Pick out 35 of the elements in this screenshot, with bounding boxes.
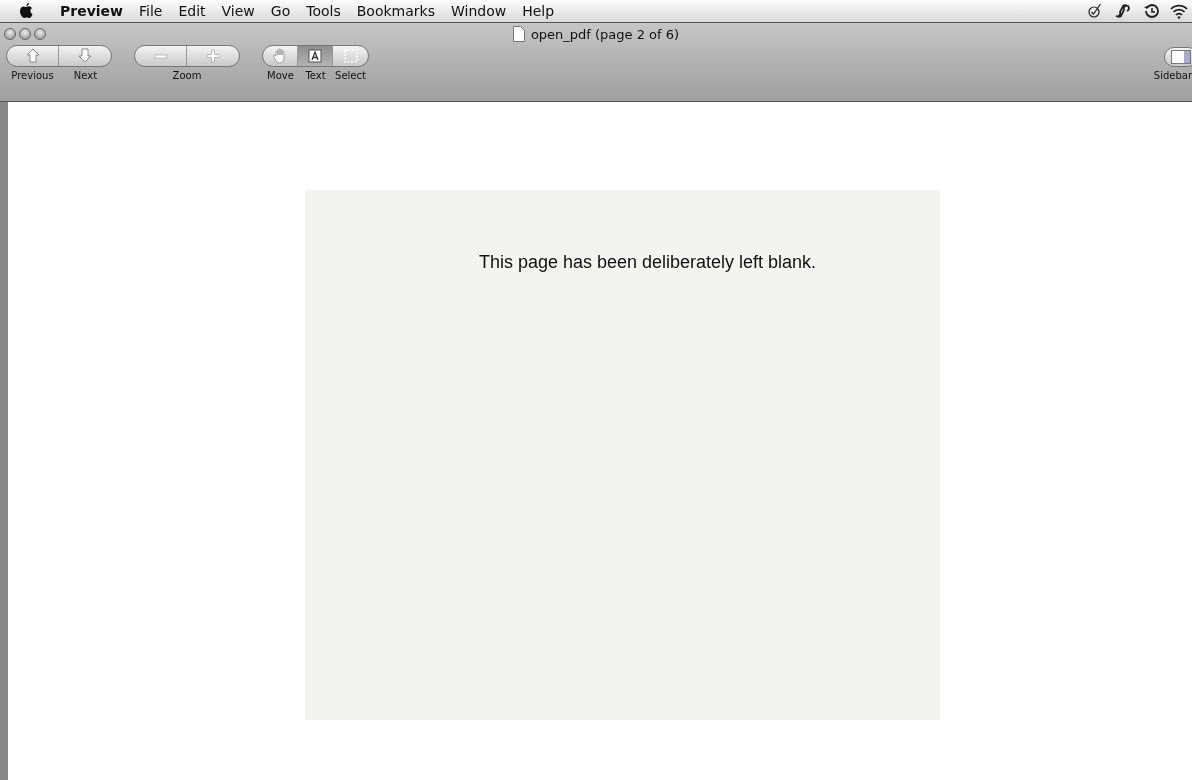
toolbar-caption: Move [266,70,295,81]
link-icon[interactable] [1114,2,1132,20]
menu-item[interactable]: Bookmarks [348,3,443,19]
text-cursor-icon [306,47,324,65]
menu-item[interactable]: Go [262,3,299,19]
sidebar-button[interactable] [1164,47,1192,67]
menu-item[interactable]: Tools [298,3,349,19]
apple-logo-icon[interactable] [18,2,34,20]
document-icon [512,26,525,42]
toolbar-caption: Text [304,70,327,81]
sidebar-icon [1171,50,1191,64]
selection-marquee-icon [341,47,360,65]
menu-app-name[interactable]: Preview [52,3,131,19]
checkmark-circle-icon[interactable] [1086,2,1104,20]
zoom-button[interactable] [34,28,46,40]
toolbar-caption: Next [72,70,99,81]
wifi-icon[interactable] [1170,2,1188,20]
toolbar-caption: Zoom [172,70,202,81]
menu-item[interactable]: View [213,3,263,19]
minimize-button[interactable] [19,28,31,40]
minus-icon [151,51,170,61]
menu-item[interactable]: File [131,3,171,19]
menu-item[interactable]: Window [442,3,515,19]
close-button[interactable] [4,28,16,40]
tool-button[interactable] [298,46,333,66]
toolbar-caption: Previous [10,70,55,81]
page-text: This page has been deliberately left blank. [477,252,817,273]
toolbar-caption: Sidebar [1153,70,1192,81]
time-machine-clock-icon[interactable] [1142,2,1160,20]
menu-item[interactable]: Edit [170,3,214,19]
menu-item[interactable]: Help [514,3,563,19]
plus-icon [204,47,222,65]
down-arrow-icon [76,47,94,65]
toolbar-caption: Select [334,70,367,81]
window-title: open_pdf (page 2 of 6) [530,26,680,42]
